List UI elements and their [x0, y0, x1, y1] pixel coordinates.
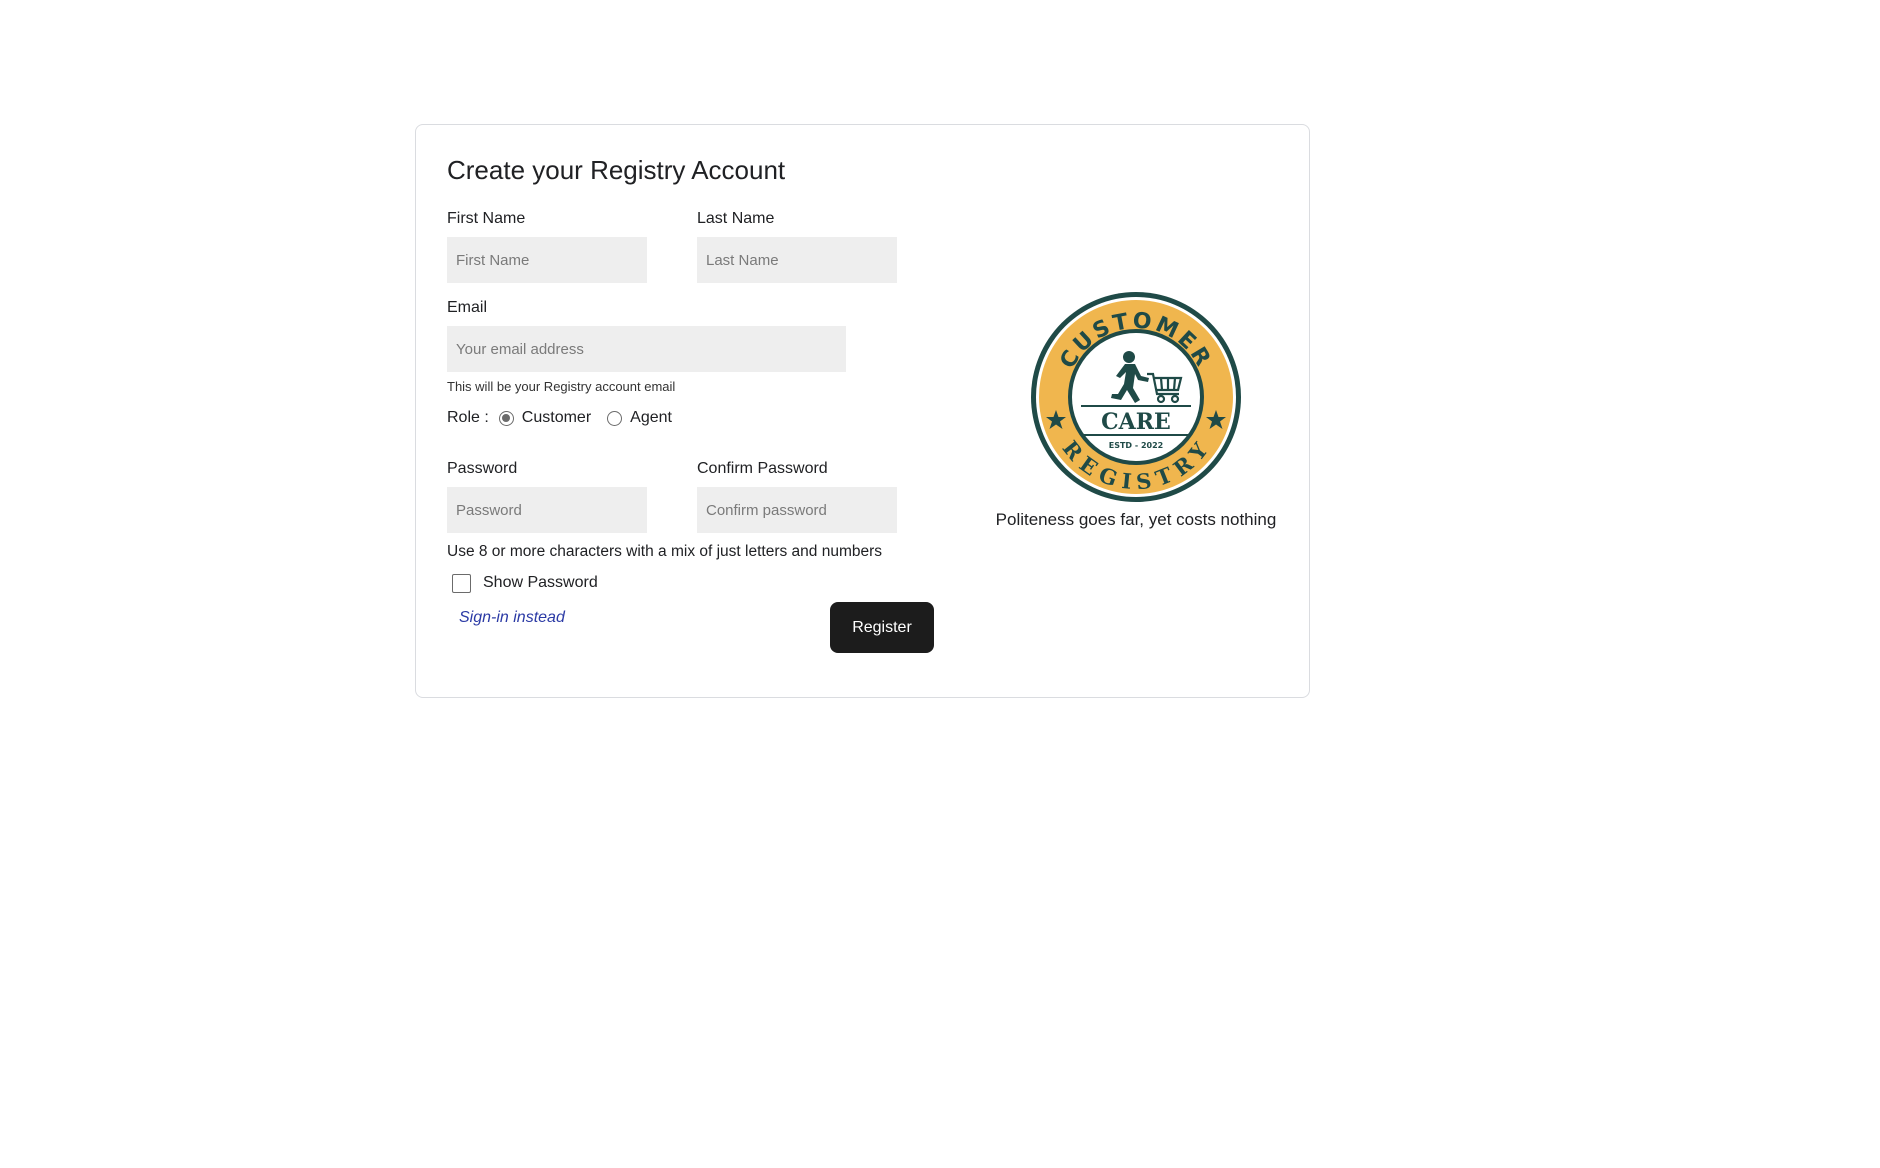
password-input[interactable]	[447, 487, 647, 533]
email-hint: This will be your Registry account email	[447, 379, 676, 394]
email-group: Email This will be your Registry account…	[447, 299, 957, 395]
show-password-checkbox[interactable]	[452, 573, 471, 593]
role-selector: Role : Customer Agent	[447, 408, 957, 428]
registration-form: Create your Registry Account First Name …	[447, 155, 957, 593]
customer-care-registry-logo: CUSTOMER REGISTRY CARE ESTD - 2022	[1031, 292, 1241, 502]
confirm-password-label: Confirm Password	[697, 460, 828, 477]
password-label: Password	[447, 460, 518, 477]
show-password-label[interactable]: Show Password	[483, 574, 598, 592]
last-name-group: Last Name	[697, 210, 897, 283]
show-password-toggle[interactable]: Show Password	[452, 573, 957, 593]
brand-panel: CUSTOMER REGISTRY CARE ESTD - 2022 Polit…	[976, 290, 1296, 530]
confirm-password-group: Confirm Password	[697, 460, 897, 533]
last-name-label: Last Name	[697, 210, 775, 227]
role-customer-radio[interactable]	[498, 410, 514, 426]
password-hint: Use 8 or more characters with a mix of j…	[447, 543, 883, 560]
signin-link[interactable]: Sign-in instead	[459, 609, 565, 627]
first-name-group: First Name	[447, 210, 647, 283]
email-input[interactable]	[447, 326, 846, 372]
email-label: Email	[447, 299, 488, 316]
page-title: Create your Registry Account	[447, 155, 786, 185]
role-label: Role :	[447, 409, 489, 426]
role-agent-radio[interactable]	[607, 410, 623, 426]
first-name-input[interactable]	[447, 237, 647, 283]
registration-card: Create your Registry Account First Name …	[415, 124, 1310, 698]
password-group: Password	[447, 460, 647, 533]
confirm-password-input[interactable]	[697, 487, 897, 533]
brand-tagline: Politeness goes far, yet costs nothing	[995, 510, 1277, 529]
logo-center-text: CARE	[1101, 409, 1171, 435]
last-name-input[interactable]	[697, 237, 897, 283]
first-name-label: First Name	[447, 210, 526, 227]
role-agent-label[interactable]: Agent	[630, 409, 672, 427]
password-row: Password Confirm Password	[447, 460, 957, 533]
logo-estd-text: ESTD - 2022	[1109, 441, 1163, 450]
role-customer-label[interactable]: Customer	[522, 409, 591, 427]
register-button[interactable]: Register	[830, 602, 934, 653]
name-row: First Name Last Name	[447, 210, 957, 283]
